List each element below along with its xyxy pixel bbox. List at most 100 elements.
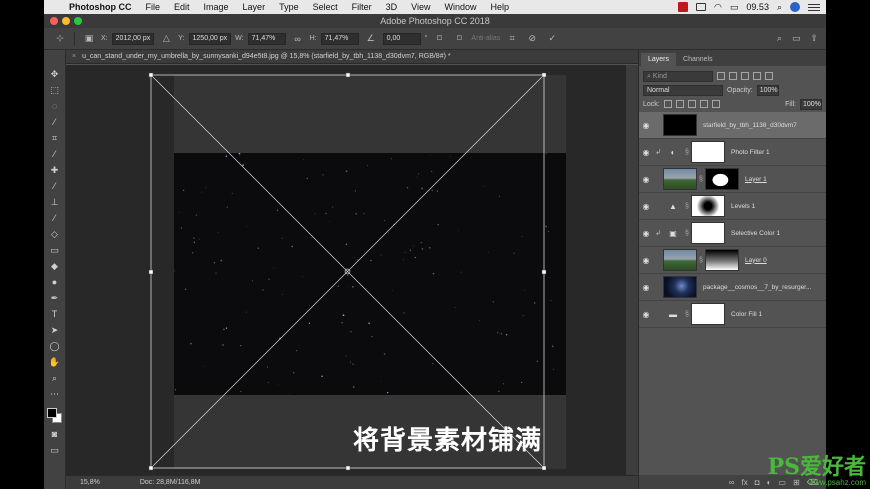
visibility-eye-icon[interactable]: ◉ — [639, 202, 653, 211]
layer-row-levels[interactable]: ◉ ▲ § Levels 1 — [639, 193, 826, 220]
search-icon[interactable]: ⌕ — [777, 33, 782, 44]
quick-mask-icon[interactable]: ◙ — [48, 428, 62, 440]
layer-style-icon[interactable]: fx — [742, 478, 748, 487]
eraser-tool-icon[interactable]: ◇ — [48, 228, 62, 240]
pen-tool-icon[interactable]: ✒ — [48, 292, 62, 304]
filter-adjustment-icon[interactable] — [729, 72, 737, 80]
menu-file[interactable]: File — [139, 2, 168, 12]
layer-mask-thumbnail[interactable] — [691, 195, 725, 217]
filter-shape-icon[interactable] — [753, 72, 761, 80]
mask-link-icon[interactable]: § — [683, 203, 691, 210]
canvas-area[interactable]: 将背景素材铺满 — [66, 65, 626, 475]
layer-mask-thumbnail[interactable] — [705, 249, 739, 271]
menu-app[interactable]: Photoshop CC — [62, 2, 139, 12]
foreground-color-swatch[interactable] — [46, 408, 57, 418]
healing-tool-icon[interactable]: ✚ — [48, 164, 62, 176]
visibility-eye-icon[interactable]: ◉ — [639, 310, 653, 319]
delta-icon[interactable]: △ — [158, 32, 174, 46]
free-transform-box[interactable] — [66, 65, 626, 475]
history-brush-icon[interactable]: ⁄ — [48, 212, 62, 224]
notification-center-icon[interactable] — [808, 3, 820, 11]
zoom-tool-icon[interactable]: ⌕ — [48, 372, 62, 384]
record-icon[interactable] — [678, 2, 689, 12]
mask-link-icon[interactable]: § — [683, 230, 691, 237]
wifi-icon[interactable]: ◠ — [714, 2, 722, 13]
search-icon[interactable]: ⌕ — [777, 2, 782, 13]
menu-help[interactable]: Help — [483, 2, 516, 12]
menu-type[interactable]: Type — [272, 2, 306, 12]
quick-select-tool-icon[interactable]: ⁄ — [48, 116, 62, 128]
lock-position-icon[interactable] — [687, 100, 696, 108]
blend-mode-select[interactable]: Normal — [643, 84, 723, 96]
brush-tool-icon[interactable]: ⁄ — [48, 180, 62, 192]
battery-icon[interactable]: ▭ — [730, 2, 739, 13]
vertical-scrollbar[interactable] — [626, 65, 638, 475]
visibility-eye-icon[interactable]: ◉ — [639, 121, 653, 130]
visibility-eye-icon[interactable]: ◉ — [639, 283, 653, 292]
lock-artboard-icon[interactable] — [699, 100, 708, 108]
menu-filter[interactable]: Filter — [345, 2, 379, 12]
workspace-icon[interactable]: ▭ — [792, 33, 801, 44]
cancel-transform-icon[interactable]: ⊘ — [524, 32, 540, 46]
stamp-tool-icon[interactable]: ⊥ — [48, 196, 62, 208]
eyedropper-tool-icon[interactable]: ⁄ — [48, 148, 62, 160]
display-icon[interactable] — [696, 3, 707, 11]
tab-channels[interactable]: Channels — [676, 53, 720, 66]
color-swatches[interactable] — [46, 408, 63, 424]
more-tools-icon[interactable]: ⋯ — [48, 388, 62, 400]
skew-v-icon[interactable]: ⌑ — [451, 32, 467, 46]
layer-row-color-fill[interactable]: ◉ ▬ § Color Fill 1 — [639, 301, 826, 328]
doc-size[interactable]: Doc: 28,8M/116,8M — [140, 476, 201, 489]
layer-row-cosmos[interactable]: ◉ package__cosmos__7_by_resurger... — [639, 274, 826, 301]
skew-icon[interactable]: ⌑ — [431, 32, 447, 46]
lock-all-icon[interactable] — [711, 100, 720, 108]
add-mask-icon[interactable]: ◘ — [755, 478, 760, 487]
zoom-level[interactable]: 15,8% — [80, 476, 100, 489]
move-tool-preset-icon[interactable]: ⊹ — [52, 32, 68, 46]
gradient-tool-icon[interactable]: ▭ — [48, 244, 62, 256]
menu-image[interactable]: Image — [197, 2, 236, 12]
visibility-eye-icon[interactable]: ◉ — [639, 175, 653, 184]
menu-view[interactable]: View — [404, 2, 437, 12]
x-field[interactable]: 2012,00 px — [111, 32, 155, 45]
lock-image-icon[interactable] — [675, 100, 684, 108]
menu-edit[interactable]: Edit — [167, 2, 197, 12]
angle-field[interactable]: 0,00 — [382, 32, 421, 45]
link-icon[interactable]: ∞ — [290, 32, 306, 46]
dodge-tool-icon[interactable]: ● — [48, 276, 62, 288]
mask-link-icon[interactable]: § — [697, 176, 705, 183]
menu-select[interactable]: Select — [306, 2, 345, 12]
mask-link-icon[interactable]: § — [683, 311, 691, 318]
reference-point-icon[interactable]: ▣ — [81, 32, 97, 46]
layer-mask-thumbnail[interactable] — [705, 168, 739, 190]
menu-layer[interactable]: Layer — [236, 2, 273, 12]
y-field[interactable]: 1250,00 px — [188, 32, 232, 45]
move-tool-icon[interactable]: ✥ — [48, 68, 62, 80]
crop-tool-icon[interactable]: ⌗ — [48, 132, 62, 144]
marquee-tool-icon[interactable]: ⬚ — [48, 84, 62, 96]
hand-tool-icon[interactable]: ✋ — [48, 356, 62, 368]
lasso-tool-icon[interactable]: ◌ — [48, 100, 62, 112]
ellipse-tool-icon[interactable]: ◯ — [48, 340, 62, 352]
filter-smart-icon[interactable] — [765, 72, 773, 80]
commit-transform-icon[interactable]: ✓ — [544, 32, 560, 46]
link-layers-icon[interactable]: ∞ — [729, 478, 735, 487]
height-field[interactable]: 71,47% — [320, 32, 359, 45]
layer-row-layer-1[interactable]: ◉ § Layer 1 — [639, 166, 826, 193]
layer-mask-thumbnail[interactable] — [691, 303, 725, 325]
anti-alias-checkbox[interactable]: Anti-alias — [471, 35, 500, 42]
screen-mode-icon[interactable]: ▭ — [48, 444, 62, 456]
visibility-eye-icon[interactable]: ◉ — [639, 256, 653, 265]
layer-row-photo-filter[interactable]: ◉ ↲ ◐ § Photo Filter 1 — [639, 139, 826, 166]
layer-row-selective-color[interactable]: ◉ ↲ ▣ § Selective Color 1 — [639, 220, 826, 247]
layer-row-layer-0[interactable]: ◉ § Layer 0 — [639, 247, 826, 274]
visibility-eye-icon[interactable]: ◉ — [639, 229, 653, 238]
mask-link-icon[interactable]: § — [683, 149, 691, 156]
kind-filter-select[interactable]: ⌕ Kind — [643, 70, 713, 82]
blur-tool-icon[interactable]: ◆ — [48, 260, 62, 272]
user-icon[interactable] — [790, 2, 800, 12]
menu-window[interactable]: Window — [437, 2, 483, 12]
share-icon[interactable]: ⇪ — [810, 33, 818, 44]
filter-pixel-icon[interactable] — [717, 72, 725, 80]
fill-field[interactable]: 100% — [800, 98, 822, 110]
